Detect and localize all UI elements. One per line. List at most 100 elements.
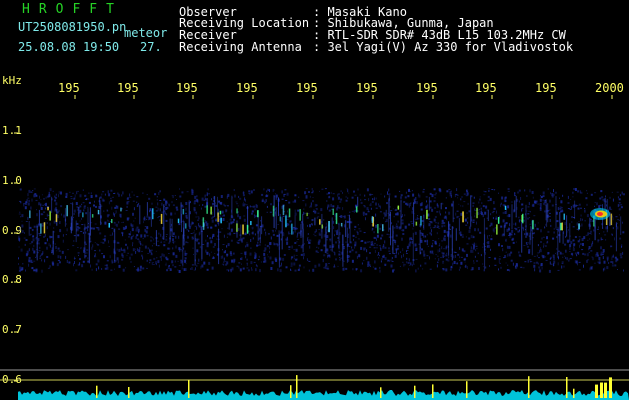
noise-speck bbox=[267, 189, 270, 191]
noise-speck bbox=[279, 269, 282, 273]
meteor-ping bbox=[476, 207, 478, 219]
noise-speck bbox=[422, 190, 425, 193]
noise-streak bbox=[615, 222, 617, 252]
noise-speck bbox=[296, 241, 298, 243]
noise-speck bbox=[329, 238, 331, 240]
noise-speck bbox=[31, 241, 34, 244]
noise-speck bbox=[579, 225, 581, 227]
noise-speck bbox=[222, 218, 225, 221]
noise-speck bbox=[191, 267, 193, 270]
noise-speck bbox=[93, 204, 95, 207]
noise-speck bbox=[303, 256, 304, 260]
noise-speck bbox=[579, 238, 581, 241]
noise-speck bbox=[603, 231, 605, 233]
noise-speck bbox=[284, 189, 287, 191]
noise-speck bbox=[397, 220, 399, 223]
noise-speck bbox=[190, 223, 192, 227]
noise-speck bbox=[320, 208, 323, 212]
noise-speck bbox=[294, 212, 297, 216]
noise-speck bbox=[363, 205, 366, 207]
noise-speck bbox=[101, 253, 104, 255]
noise-speck bbox=[618, 204, 620, 207]
noise-speck bbox=[316, 246, 318, 248]
noise-speck bbox=[544, 204, 546, 206]
noise-speck bbox=[617, 196, 619, 199]
noise-speck bbox=[490, 222, 493, 226]
noise-speck bbox=[364, 199, 367, 201]
noise-speck bbox=[142, 238, 144, 240]
noise-speck bbox=[18, 257, 19, 260]
noise-speck bbox=[205, 249, 207, 253]
noise-speck bbox=[571, 252, 574, 255]
noise-speck bbox=[32, 247, 34, 251]
noise-speck bbox=[246, 258, 248, 261]
noise-speck bbox=[76, 205, 79, 208]
noise-speck bbox=[266, 190, 268, 193]
meteor-ping bbox=[497, 217, 500, 224]
noise-speck bbox=[204, 197, 206, 200]
noise-speck bbox=[131, 191, 133, 193]
noise-speck bbox=[130, 253, 133, 256]
noise-speck bbox=[33, 250, 36, 254]
noise-speck bbox=[255, 204, 258, 208]
noise-speck bbox=[400, 194, 403, 197]
noise-speck bbox=[244, 197, 246, 201]
noise-speck bbox=[572, 196, 574, 198]
noise-speck bbox=[357, 238, 360, 240]
noise-speck bbox=[618, 202, 621, 204]
noise-speck bbox=[500, 266, 502, 269]
noise-speck bbox=[384, 265, 386, 266]
noise-speck bbox=[230, 221, 233, 224]
noise-speck bbox=[87, 206, 89, 208]
noise-speck bbox=[228, 269, 230, 272]
noise-speck bbox=[614, 256, 617, 259]
noise-speck bbox=[365, 217, 366, 221]
noise-speck bbox=[275, 230, 276, 232]
noise-speck bbox=[375, 247, 378, 249]
noise-speck bbox=[357, 231, 359, 235]
noise-speck bbox=[349, 245, 351, 247]
noise-speck bbox=[443, 237, 445, 241]
noise-speck bbox=[132, 242, 134, 245]
noise-streak bbox=[566, 215, 568, 237]
noise-speck bbox=[608, 262, 610, 264]
noise-speck bbox=[391, 261, 394, 262]
noise-speck bbox=[281, 190, 283, 194]
meteor-ping bbox=[532, 220, 534, 230]
noise-speck bbox=[445, 211, 447, 214]
noise-speck bbox=[423, 235, 425, 238]
noise-speck bbox=[21, 214, 24, 218]
noise-speck bbox=[298, 245, 301, 247]
noise-speck bbox=[178, 270, 181, 273]
noise-speck bbox=[410, 202, 412, 204]
noise-speck bbox=[312, 200, 314, 203]
noise-speck bbox=[243, 215, 246, 217]
noise-speck bbox=[549, 209, 551, 211]
noise-speck bbox=[144, 216, 146, 220]
noise-speck bbox=[421, 202, 423, 204]
noise-speck bbox=[507, 253, 509, 257]
noise-speck bbox=[62, 234, 64, 237]
noise-speck bbox=[84, 194, 87, 197]
noise-speck bbox=[104, 264, 107, 266]
noise-speck bbox=[330, 191, 332, 194]
noise-speck bbox=[369, 252, 371, 254]
noise-speck bbox=[587, 232, 589, 236]
noise-speck bbox=[288, 201, 291, 204]
noise-speck bbox=[352, 268, 354, 271]
noise-speck bbox=[28, 248, 30, 252]
noise-speck bbox=[426, 204, 429, 208]
noise-speck bbox=[238, 227, 240, 231]
noise-speck bbox=[19, 227, 20, 229]
noise-streak bbox=[194, 234, 196, 266]
noise-speck bbox=[472, 247, 475, 250]
noise-speck bbox=[131, 236, 133, 238]
noise-speck bbox=[378, 203, 380, 206]
noise-speck bbox=[550, 224, 552, 227]
noise-speck bbox=[46, 238, 48, 242]
noise-speck bbox=[271, 229, 274, 231]
noise-streak bbox=[183, 227, 184, 239]
noise-speck bbox=[270, 236, 272, 240]
noise-speck bbox=[27, 202, 30, 206]
noise-speck bbox=[90, 192, 92, 195]
